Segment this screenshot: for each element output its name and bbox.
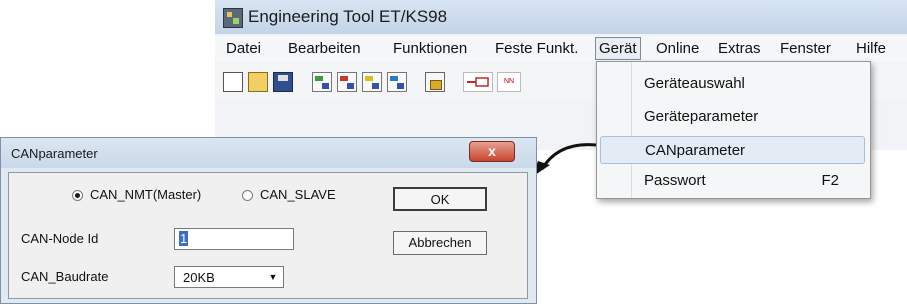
menu-extras[interactable]: Extras <box>718 40 761 57</box>
radio-slave-label: CAN_SLAVE <box>260 187 336 202</box>
app-titlebar: Engineering Tool ET/KS98 <box>215 0 907 34</box>
baudrate-value: 20KB <box>183 270 215 285</box>
open-folder-icon[interactable] <box>248 72 268 92</box>
dialog-titlebar: CANparameter x <box>1 138 536 168</box>
menu-item-canparameter[interactable]: CANparameter <box>600 136 865 164</box>
menubar: Datei Bearbeiten Funktionen Feste Funkt.… <box>215 36 907 62</box>
menu-datei[interactable]: Datei <box>226 40 261 57</box>
signal-icon[interactable] <box>387 72 407 92</box>
radio-can-nmt-master[interactable] <box>72 190 83 201</box>
menu-feste-funkt[interactable]: Feste Funkt. <box>495 40 578 57</box>
connector-icon[interactable] <box>463 72 493 92</box>
new-file-icon[interactable] <box>223 72 243 92</box>
app-icon <box>223 8 243 28</box>
save-icon[interactable] <box>273 72 293 92</box>
app-title: Engineering Tool ET/KS98 <box>248 7 448 26</box>
menu-geraet[interactable]: Gerät <box>595 37 641 60</box>
menu-item-label: Geräteauswahl <box>644 75 745 92</box>
menu-item-geraeteparameter[interactable]: Geräteparameter <box>600 103 865 131</box>
menu-item-label: Geräteparameter <box>644 108 759 125</box>
menu-item-passwort[interactable]: Passwort F2 <box>600 167 865 195</box>
menu-online[interactable]: Online <box>656 40 699 57</box>
menu-item-label: Passwort <box>644 172 706 189</box>
dialog-body: CAN_NMT(Master) CAN_SLAVE OK Abbrechen C… <box>8 172 528 299</box>
radio-can-slave[interactable] <box>242 190 253 201</box>
menu-funktionen[interactable]: Funktionen <box>393 40 467 57</box>
ok-button[interactable]: OK <box>393 187 487 211</box>
menu-fenster[interactable]: Fenster <box>780 40 831 57</box>
baudrate-label: CAN_Baudrate <box>21 269 109 284</box>
menu-item-shortcut: F2 <box>821 172 839 189</box>
baudrate-select[interactable]: 20KB ▼ <box>174 266 284 288</box>
lock-icon[interactable] <box>425 72 445 92</box>
chevron-down-icon[interactable]: ▼ <box>265 269 281 285</box>
geraet-dropdown-menu: Geräteauswahl Geräteparameter CANparamet… <box>596 61 871 199</box>
menu-bearbeiten[interactable]: Bearbeiten <box>288 40 361 57</box>
node-id-label: CAN-Node Id <box>21 231 99 246</box>
menu-hilfe[interactable]: Hilfe <box>856 40 886 57</box>
nn-icon[interactable]: NN <box>497 72 521 92</box>
node-id-input[interactable]: 1 <box>174 228 294 250</box>
signal-icon[interactable] <box>312 72 332 92</box>
menu-item-label: CANparameter <box>645 142 746 159</box>
canparameter-dialog: CANparameter x CAN_NMT(Master) CAN_SLAVE… <box>0 137 537 304</box>
close-button[interactable]: x <box>469 141 515 162</box>
menu-item-geraeteauswahl[interactable]: Geräteauswahl <box>600 70 865 98</box>
radio-master-label: CAN_NMT(Master) <box>90 187 202 202</box>
signal-icon[interactable] <box>362 72 382 92</box>
cancel-button[interactable]: Abbrechen <box>393 231 487 255</box>
node-id-value: 1 <box>179 231 189 246</box>
dialog-title: CANparameter <box>11 146 98 161</box>
signal-icon[interactable] <box>337 72 357 92</box>
